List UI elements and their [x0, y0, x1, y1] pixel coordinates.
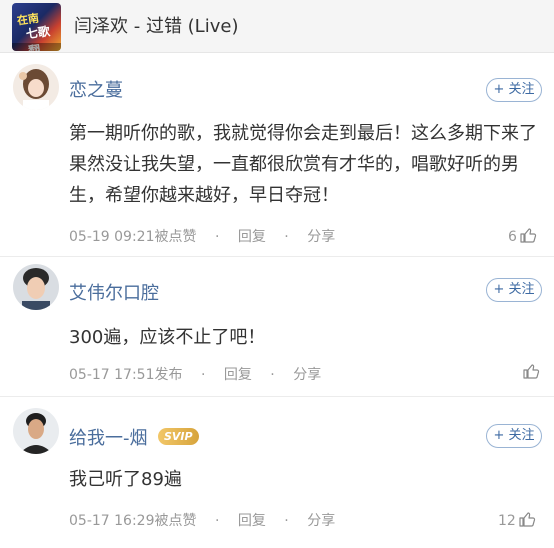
meta-separator: · — [270, 367, 275, 383]
like-button[interactable]: 12 — [498, 510, 536, 529]
comment-action: 被点赞 — [154, 513, 197, 529]
thumbs-up-icon — [519, 512, 535, 527]
share-button[interactable]: 分享 — [307, 226, 335, 246]
like-button[interactable] — [520, 362, 540, 381]
song-header: 在南 七歌翻 闫泽欢 - 过错 (Live) — [0, 0, 554, 52]
comment-time: 05-17 17:51 — [69, 367, 155, 383]
follow-button[interactable]: + 关注 — [486, 78, 542, 102]
divider — [0, 256, 554, 257]
reply-button[interactable]: 回复 — [224, 364, 252, 384]
comment-time: 05-17 16:29 — [69, 513, 155, 529]
comment-action: 被点赞 — [154, 229, 197, 245]
meta-separator: · — [284, 513, 289, 529]
album-cover[interactable]: 在南 七歌翻 — [12, 3, 61, 51]
like-count: 12 — [498, 513, 516, 529]
avatar[interactable] — [13, 264, 59, 310]
meta-separator: · — [214, 229, 220, 245]
svip-badge: SVIP — [158, 428, 199, 445]
reply-button[interactable]: 回复 — [238, 510, 266, 530]
comment-meta: 05-17 16:29被点赞 · 回复 · 分享 — [69, 510, 335, 530]
meta-separator: · — [200, 367, 206, 383]
comment-text: 300遍，应该不止了吧！ — [69, 327, 266, 348]
follow-button[interactable]: + 关注 — [486, 424, 542, 448]
avatar[interactable] — [13, 408, 59, 454]
album-cover-band — [12, 43, 61, 51]
follow-button[interactable]: + 关注 — [486, 278, 542, 302]
comment-text: 我己听了89遍 — [69, 469, 182, 490]
like-count: 6 — [508, 229, 517, 245]
share-button[interactable]: 分享 — [307, 510, 335, 530]
username[interactable]: 给我一-烟 — [69, 424, 148, 450]
comment-time: 05-19 09:21 — [69, 229, 155, 245]
thumbs-up-icon — [523, 364, 540, 379]
avatar[interactable] — [13, 64, 59, 110]
comment-action: 发布 — [154, 367, 183, 383]
comment-text: 第一期听你的歌，我就觉得你会走到最后！这么多期下来了果然没让我失望，一直都很欣赏… — [69, 123, 537, 206]
share-button[interactable]: 分享 — [293, 364, 321, 384]
divider — [0, 396, 554, 397]
like-button[interactable]: 6 — [508, 226, 537, 245]
comment-meta: 05-17 17:51发布 · 回复 · 分享 — [69, 364, 321, 384]
reply-button[interactable]: 回复 — [238, 226, 266, 246]
divider — [0, 52, 554, 53]
meta-separator: · — [284, 229, 289, 245]
username[interactable]: 恋之蔓 — [69, 76, 123, 102]
thumbs-up-icon — [520, 228, 537, 243]
comment-meta: 05-19 09:21被点赞 · 回复 · 分享 — [69, 226, 335, 246]
username[interactable]: 艾伟尔口腔 — [69, 279, 159, 305]
song-title[interactable]: 闫泽欢 - 过错 (Live) — [74, 12, 238, 38]
meta-separator: · — [214, 513, 220, 529]
